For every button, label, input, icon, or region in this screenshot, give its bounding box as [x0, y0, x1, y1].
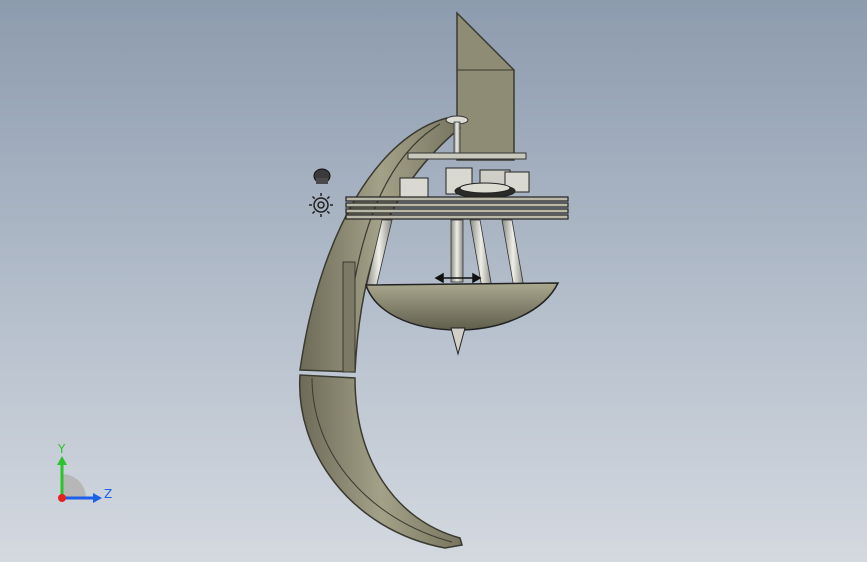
coordinate-triad: Y Z — [57, 442, 112, 503]
z-axis-label: Z — [104, 487, 112, 501]
upper-plate — [407, 152, 527, 160]
right-rod — [501, 219, 525, 289]
y-axis-label: Y — [57, 442, 66, 456]
model-view[interactable] — [0, 0, 867, 562]
gear-cluster — [399, 167, 530, 199]
z-axis-arrow — [93, 493, 102, 503]
y-axis-arrow — [57, 456, 67, 465]
triad-quadrant — [62, 474, 86, 498]
x-axis-dot — [58, 494, 66, 502]
bowl — [364, 282, 560, 331]
graphics-viewport[interactable]: Y Z — [0, 0, 867, 562]
bottom-spike — [450, 327, 466, 356]
gear-sun-icon[interactable] — [309, 193, 333, 217]
arm-slot — [342, 261, 356, 373]
center-spindle — [450, 219, 464, 283]
back-plate — [456, 11, 515, 161]
light-bulb-icon[interactable] — [313, 168, 331, 184]
crescent-lower-arm — [298, 374, 463, 549]
